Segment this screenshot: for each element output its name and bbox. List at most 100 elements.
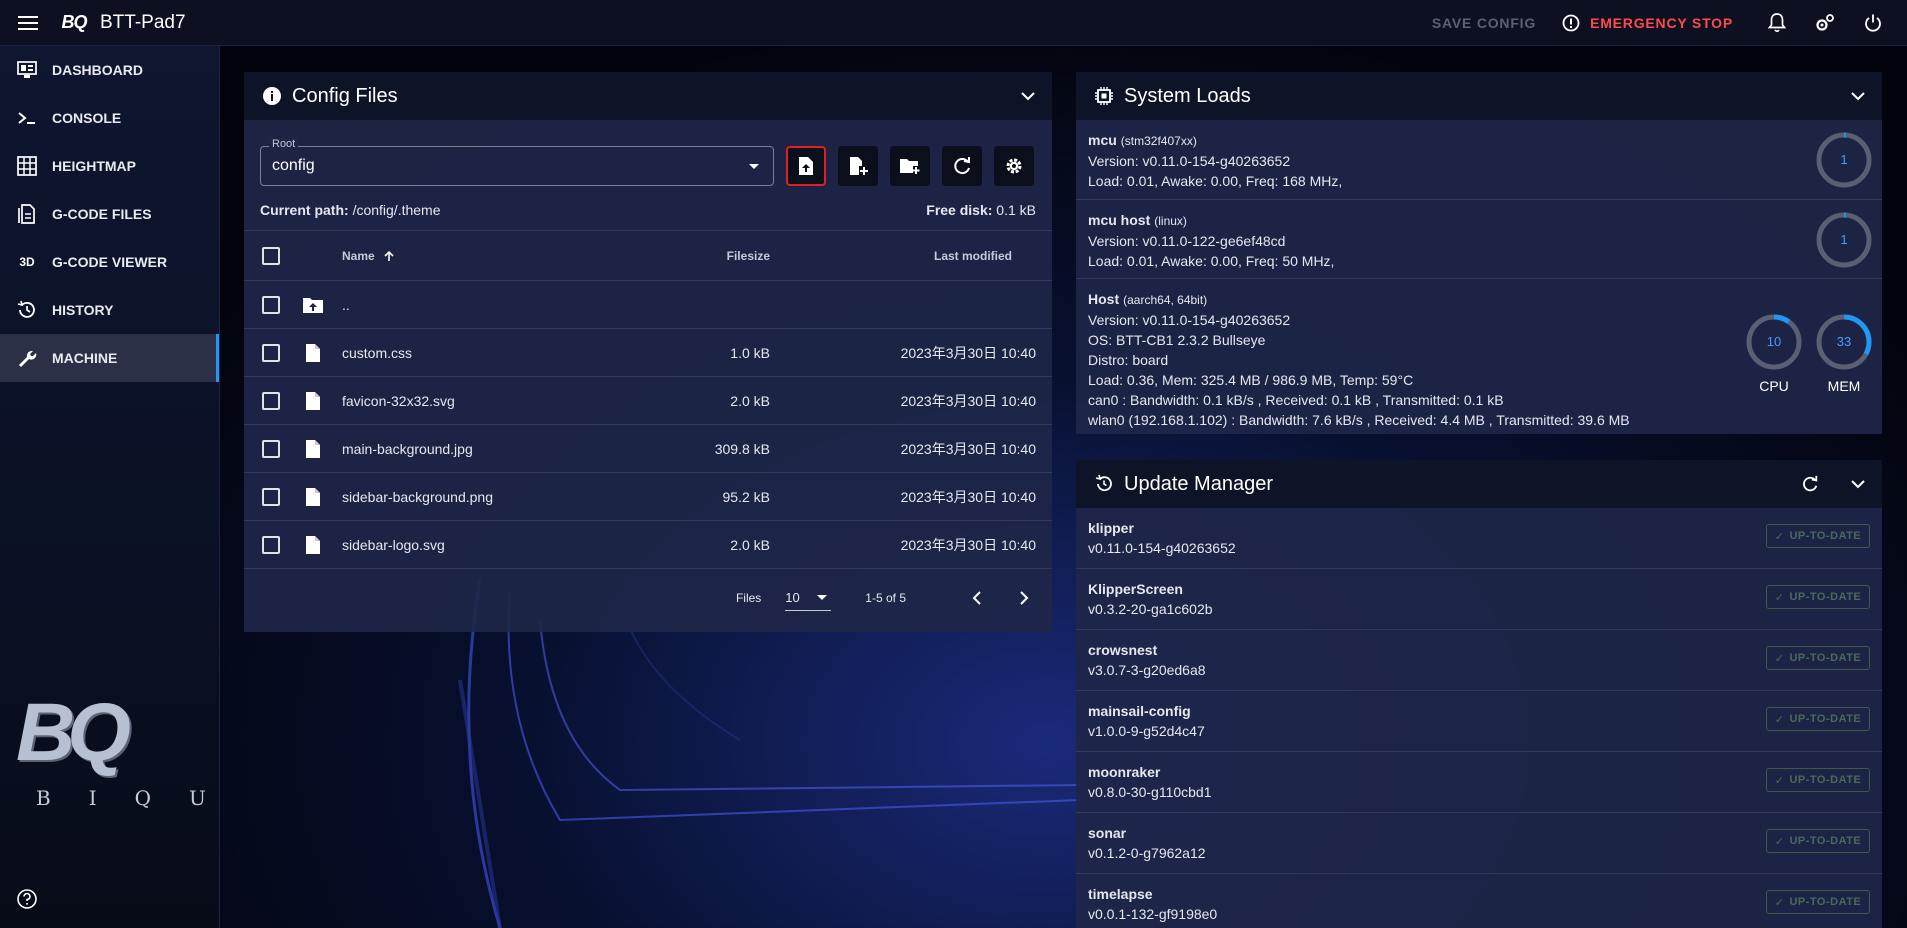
emergency-stop-label: EMERGENCY STOP: [1590, 14, 1733, 31]
mem-label: MEM: [1827, 378, 1861, 394]
files-per-page-value: 10: [785, 589, 800, 605]
column-modified-header[interactable]: Last modified: [770, 249, 1052, 263]
table-row[interactable]: main-background.jpg 309.8 kB 2023年3月30日 …: [244, 424, 1052, 472]
table-row[interactable]: sidebar-logo.svg 2.0 kB 2023年3月30日 10:40: [244, 520, 1052, 568]
update-row-timelapse: timelapse v0.0.1-132-gf9198e0 ✓ UP-TO-DAT…: [1076, 874, 1882, 928]
mcu-version: Version: v0.11.0-154-g40263652: [1088, 153, 1291, 169]
root-select-value: config: [272, 157, 315, 174]
settings-button[interactable]: [1801, 0, 1849, 46]
refresh-button[interactable]: [942, 146, 982, 186]
row-checkbox[interactable]: [262, 535, 280, 554]
update-item-name: mainsail-config: [1088, 703, 1191, 719]
up-to-date-button[interactable]: ✓ UP-TO-DATE: [1766, 524, 1870, 548]
create-folder-button[interactable]: [890, 146, 930, 186]
history-icon: [16, 299, 38, 321]
help-button[interactable]: [16, 888, 38, 910]
save-config-button[interactable]: SAVE CONFIG: [1432, 15, 1536, 31]
row-checkbox[interactable]: [262, 487, 280, 506]
update-row-klipper: klipper v0.11.0-154-g40263652 ✓ UP-TO-DAT…: [1076, 508, 1882, 569]
nav-gcode-files[interactable]: G-CODE FILES: [0, 190, 219, 238]
table-row-parent[interactable]: ..: [244, 280, 1052, 328]
refresh-icon: [1803, 475, 1818, 492]
column-filesize-header[interactable]: Filesize: [612, 249, 770, 263]
up-to-date-button[interactable]: ✓ UP-TO-DATE: [1766, 829, 1870, 853]
chevron-down-icon: [1851, 91, 1865, 100]
file-settings-button[interactable]: [994, 146, 1034, 186]
top-app-bar: BQ BTT-Pad7 SAVE CONFIG EMERGENCY STOP: [0, 0, 1907, 46]
root-select[interactable]: Root config: [260, 138, 774, 186]
up-to-date-button[interactable]: ✓ UP-TO-DATE: [1766, 890, 1870, 914]
file-icon: [306, 391, 320, 410]
menu-button[interactable]: [0, 0, 56, 46]
row-checkbox[interactable]: [262, 439, 280, 458]
collapse-update-manager-button[interactable]: [1834, 460, 1882, 508]
create-file-button[interactable]: [838, 146, 878, 186]
collapse-config-files-button[interactable]: [1004, 72, 1052, 120]
table-row[interactable]: custom.css 1.0 kB 2023年3月30日 10:40: [244, 328, 1052, 376]
up-to-date-label: UP-TO-DATE: [1789, 835, 1862, 847]
refresh-updates-button[interactable]: [1786, 460, 1834, 508]
collapse-system-loads-button[interactable]: [1834, 72, 1882, 120]
row-checkbox[interactable]: [262, 295, 280, 314]
nav-machine[interactable]: MACHINE: [0, 334, 219, 382]
chip-icon: [1095, 87, 1113, 105]
files-per-page-select[interactable]: 10: [785, 585, 832, 611]
row-checkbox[interactable]: [262, 343, 280, 362]
file-modified: 2023年3月30日 10:40: [900, 344, 1036, 361]
navigation-sidebar: DASHBOARD CONSOLE HEIGHTMAP G-CODE FILES…: [0, 46, 220, 928]
sidebar-logo-subtitle: BIQU: [36, 786, 244, 810]
table-header-row: Name Filesize Last modified: [244, 230, 1052, 280]
config-files-title: Config Files: [292, 84, 398, 107]
upload-file-button[interactable]: [786, 146, 826, 186]
chevron-down-icon: [1851, 479, 1865, 488]
cpu-value: 10: [1766, 334, 1782, 349]
file-icon: [306, 487, 320, 506]
nav-dashboard[interactable]: DASHBOARD: [0, 46, 219, 94]
file-modified: 2023年3月30日 10:40: [900, 536, 1036, 553]
check-icon: ✓: [1774, 713, 1785, 726]
up-to-date-button[interactable]: ✓ UP-TO-DATE: [1766, 707, 1870, 731]
cogs-icon: [1816, 13, 1834, 31]
wrench-icon: [16, 347, 38, 369]
column-name-header[interactable]: Name: [342, 249, 612, 263]
mcu-host-load-gauge: 1: [1816, 212, 1872, 268]
update-item-version: v0.0.1-132-gf9198e0: [1088, 906, 1218, 922]
up-to-date-label: UP-TO-DATE: [1789, 713, 1862, 725]
file-icon: [306, 535, 320, 554]
up-to-date-button[interactable]: ✓ UP-TO-DATE: [1766, 768, 1870, 792]
nav-history[interactable]: HISTORY: [0, 286, 219, 334]
nav-heightmap[interactable]: HEIGHTMAP: [0, 142, 219, 190]
update-row-moonraker: moonraker v0.8.0-30-g110cbd1 ✓ UP-TO-DATE: [1076, 752, 1882, 813]
hamburger-menu-icon: [18, 15, 38, 30]
update-item-version: v1.0.0-9-g52d4c47: [1088, 723, 1205, 739]
select-all-checkbox[interactable]: [262, 246, 280, 265]
update-item-name: crowsnest: [1088, 642, 1158, 658]
table-row[interactable]: favicon-32x32.svg 2.0 kB 2023年3月30日 10:4…: [244, 376, 1052, 424]
next-page-button[interactable]: [1010, 584, 1038, 612]
mem-value: 33: [1836, 334, 1852, 349]
row-checkbox[interactable]: [262, 391, 280, 410]
power-button[interactable]: [1849, 0, 1897, 46]
alert-circle-icon: [1562, 14, 1580, 32]
notifications-button[interactable]: [1753, 0, 1801, 46]
up-to-date-label: UP-TO-DATE: [1789, 591, 1862, 603]
file-name: sidebar-logo.svg: [342, 536, 445, 553]
column-name-label: Name: [342, 248, 375, 263]
previous-page-button[interactable]: [962, 584, 990, 612]
3d-icon: 3D: [19, 255, 35, 269]
up-to-date-button[interactable]: ✓ UP-TO-DATE: [1766, 646, 1870, 670]
nav-console[interactable]: CONSOLE: [0, 94, 219, 142]
free-disk-value: 0.1 kB: [996, 202, 1036, 218]
update-row-crowsnest: crowsnest v3.0.7-3-g20ed6a8 ✓ UP-TO-DATE: [1076, 630, 1882, 691]
free-disk-label: Free disk:: [926, 202, 993, 218]
chevron-right-icon: [1019, 590, 1028, 605]
nav-gcode-viewer[interactable]: 3D G-CODE VIEWER: [0, 238, 219, 286]
emergency-stop-button[interactable]: EMERGENCY STOP: [1562, 14, 1733, 32]
check-icon: ✓: [1774, 896, 1785, 909]
current-path-value: /config/.theme: [352, 202, 441, 218]
update-item-version: v0.3.2-20-ga1c602b: [1088, 601, 1213, 617]
system-loads-title: System Loads: [1124, 84, 1251, 107]
up-to-date-label: UP-TO-DATE: [1789, 896, 1862, 908]
up-to-date-button[interactable]: ✓ UP-TO-DATE: [1766, 585, 1870, 609]
table-row[interactable]: sidebar-background.png 95.2 kB 2023年3月30…: [244, 472, 1052, 520]
